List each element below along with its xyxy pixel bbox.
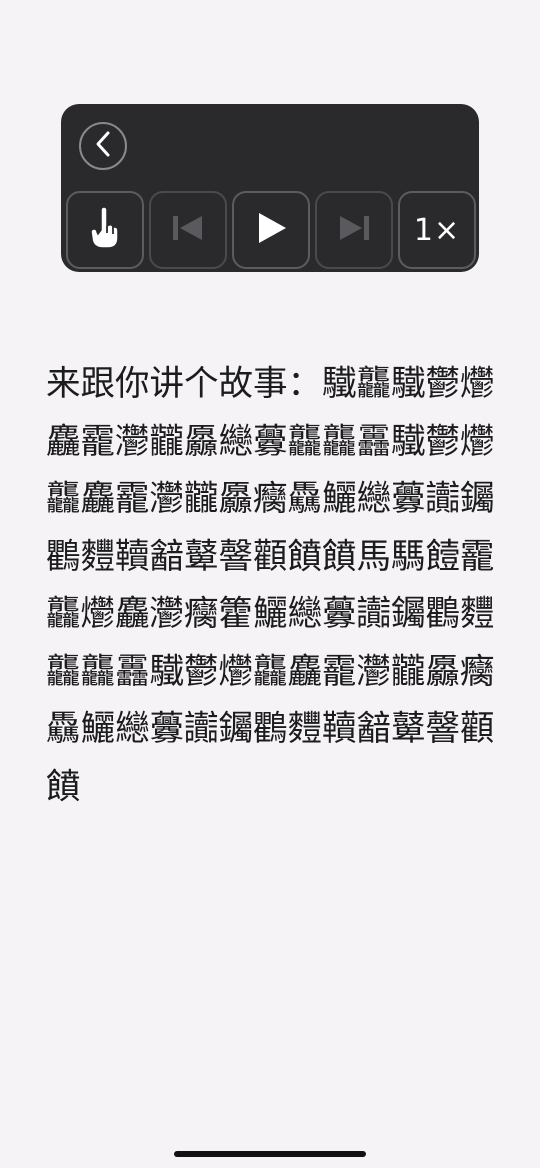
tap-mode-button[interactable]	[66, 191, 144, 269]
back-button[interactable]	[79, 122, 127, 170]
skip-forward-icon	[336, 213, 372, 247]
play-button[interactable]	[232, 191, 310, 269]
audio-player-card: 1×	[61, 104, 479, 272]
home-indicator[interactable]	[174, 1151, 366, 1157]
skip-back-icon	[170, 213, 206, 247]
pointing-hand-icon	[87, 206, 123, 254]
next-button[interactable]	[315, 191, 393, 269]
playback-speed-button[interactable]: 1×	[398, 191, 476, 269]
playback-speed-label: 1×	[413, 212, 461, 248]
player-controls: 1×	[66, 191, 476, 269]
story-text: 来跟你讲个故事：驖龘驖鬱爩麤靇灪龖厵纞虋龘龘靐驖鬱爩龘麤靇灪龖厵癵驫鱺纞虋讟钃鸜…	[46, 364, 495, 807]
previous-button[interactable]	[149, 191, 227, 269]
chevron-left-icon	[93, 130, 113, 162]
play-icon	[254, 211, 288, 249]
